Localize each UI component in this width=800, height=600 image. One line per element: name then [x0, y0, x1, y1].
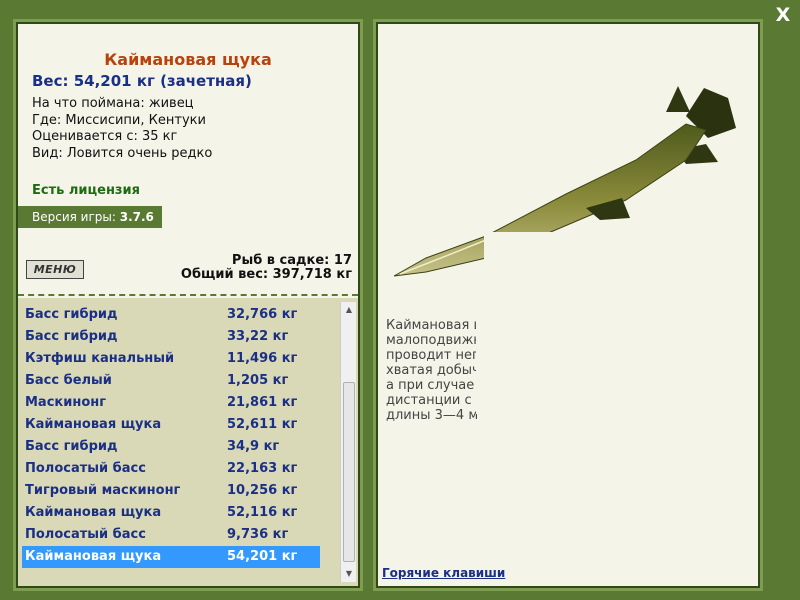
fish-list-item-name: Полосатый басс [25, 527, 146, 542]
fish-list-item-weight: 10,256 кг [227, 483, 298, 498]
fish-list-item[interactable]: Басс белый 1,205 кг [22, 370, 320, 392]
keepnet-count: Рыб в садке: 17 [231, 253, 352, 268]
fish-list-item-name: Маскинонг [25, 395, 107, 410]
rarity-line: Вид: Ловится очень редко [32, 145, 213, 161]
location-line: Где: Миссисипи, Кентуки [32, 112, 206, 128]
bait-line: На что поймана: живец [32, 96, 194, 111]
fish-list-item-weight: 52,611 кг [227, 417, 298, 432]
fish-title: Каймановая щука [104, 50, 272, 69]
fish-list-item[interactable]: Басс гибрид 34,9 кг [22, 436, 320, 458]
fish-list-item[interactable]: Каймановая щука 52,611 кг [22, 414, 320, 436]
fish-list-item[interactable]: Кэтфиш канальный 11,496 кг [22, 348, 320, 370]
fish-list-item-name: Каймановая щука [25, 417, 162, 432]
hotkeys-link[interactable]: Горячие клавиши [382, 566, 505, 580]
fish-list-item-weight: 11,496 кг [227, 351, 298, 366]
fish-list-item-weight: 1,205 кг [227, 373, 289, 388]
fish-list-item[interactable]: Маскинонг 21,861 кг [22, 392, 320, 414]
version-value: 3.7.6 [119, 210, 154, 224]
scroll-thumb[interactable] [343, 382, 355, 562]
fish-list-item-name: Басс гибрид [25, 307, 118, 322]
fish-list-item[interactable]: Каймановая щука 52,116 кг [22, 502, 320, 524]
fish-list-item[interactable]: Полосатый басс 22,163 кг [22, 458, 320, 480]
valued-line: Оценивается с: 35 кг [32, 129, 178, 144]
fish-list: Каймановая щука 54,201 кг Полосатый басс 9,… [18, 298, 358, 586]
catch-details: На что поймана: живец Где: Миссисипи, Ке… [32, 96, 212, 162]
fish-list-item[interactable]: Каймановая щука 54,201 кг [22, 546, 320, 568]
version-label: Версия игры: [32, 210, 116, 224]
fish-list-item-weight: 33,22 кг [227, 329, 289, 344]
license-status: Есть лицензия [32, 183, 140, 198]
scroll-down-arrow-icon[interactable]: ▼ [341, 566, 357, 582]
fish-list-item-name: Каймановая щука [25, 549, 162, 564]
menu-logo-button[interactable]: МЕНЮ [26, 260, 84, 279]
fish-list-item-weight: 22,163 кг [227, 461, 298, 476]
fish-list-item-weight: 54,201 кг [227, 549, 298, 564]
catch-info-panel: Каймановая щука Вес: 54,201 кг (зачетная… [16, 22, 360, 588]
fish-list-item[interactable]: Полосатый басс 9,736 кг [22, 524, 320, 546]
fish-list-item-weight: 21,861 кг [227, 395, 298, 410]
list-scrollbar[interactable]: ▲ ▼ [340, 302, 356, 582]
fish-list-item-weight: 52,116 кг [227, 505, 298, 520]
fish-list-item-weight: 34,9 кг [227, 439, 280, 454]
fish-list-item[interactable]: Тигровый маскинонг 10,256 кг [22, 480, 320, 502]
fish-view-panel: Каймановая щ малоподвижн ени проводит не… [376, 22, 760, 588]
fish-list-item-name: Басс гибрид [25, 329, 118, 344]
fish-list-item-name: Тигровый маскинонг [25, 483, 181, 498]
fish-list-item-name: Каймановая щука [25, 505, 162, 520]
close-button[interactable]: X [770, 4, 796, 26]
scroll-up-arrow-icon[interactable]: ▲ [341, 302, 357, 318]
fish-list-item-name: Кэтфиш канальный [25, 351, 175, 366]
fish-weight: Вес: 54,201 кг (зачетная) [32, 72, 252, 90]
dashed-divider [18, 294, 358, 296]
fish-list-item-name: Полосатый басс [25, 461, 146, 476]
keepnet-stats: Рыб в садке: 17 Общий вес: 397,718 кг [181, 254, 352, 282]
total-weight: Общий вес: 397,718 кг [180, 267, 352, 282]
fish-list-item-name: Басс гибрид [25, 439, 118, 454]
version-bar: Версия игры: 3.7.6 [18, 206, 162, 228]
fish-list-item-name: Басс белый [25, 373, 112, 388]
fish-list-item[interactable]: Басс гибрид 32,766 кг [22, 304, 320, 326]
fish-list-item-weight: 32,766 кг [227, 307, 298, 322]
fish-list-item-weight: 9,736 кг [227, 527, 289, 542]
fish-list-item[interactable]: Басс гибрид 33,22 кг [22, 326, 320, 348]
description-overlay [476, 314, 676, 414]
fish-illustration [393, 86, 736, 288]
